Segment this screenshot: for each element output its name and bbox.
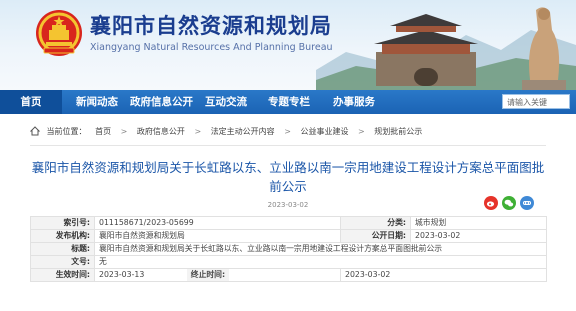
site-title: 襄阳市自然资源和规划局 [90,14,332,38]
breadcrumb-separator: > [120,127,128,136]
breadcrumb-gov-info[interactable]: 政府信息公开 [137,126,185,137]
national-emblem-icon [36,10,82,56]
pubdate-label: 公开日期: [340,229,411,243]
effective-value: 2023-03-13 [99,270,145,279]
nav-item-interaction[interactable]: 互动交流 [205,90,247,114]
docno-label: 文号: [30,255,95,269]
breadcrumb-separator: > [358,127,365,136]
nav-item-services[interactable]: 办事服务 [333,90,375,114]
main-nav: 首页 新闻动态 政府信息公开 互动交流 专题专栏 办事服务 请输入关键 [0,90,576,114]
index-label: 索引号: [30,216,95,230]
category-value: 城市规划 [410,216,547,230]
home-icon [30,126,40,136]
wechat-icon[interactable] [502,196,516,210]
divider [30,145,546,146]
publisher-value: 襄阳市自然资源和规划局 [94,229,341,243]
expire-label: 终止时间: [186,269,230,281]
table-row: 文号: 无 [30,255,547,269]
breadcrumb-home[interactable]: 首页 [95,126,111,137]
site-header: 襄阳市自然资源和规划局 Xiangyang Natural Resources … [0,0,576,90]
subject-value: 襄阳市自然资源和规划局关于长虹路以东、立业路以南一宗用地建设工程设计方案总平面图… [94,242,547,256]
expire-value: 2023-03-02 [340,268,547,282]
nav-item-topics[interactable]: 专题专栏 [268,90,310,114]
table-row: 生效时间: 2023-03-13 终止时间: 2023-03-02 [30,268,547,282]
header-scenery-image [316,7,576,90]
article-title: 襄阳市自然资源和规划局关于长虹路以东、立业路以南一宗用地建设工程设计方案总平面图… [31,160,545,194]
index-value: 011158671/2023-05699 [94,216,341,230]
category-label: 分类: [340,216,411,230]
table-row: 索引号: 011158671/2023-05699 分类: 城市规划 [30,216,547,230]
breadcrumb-planning-notice[interactable]: 规划批前公示 [374,126,422,137]
subject-label: 标题: [30,242,95,256]
publisher-label: 发布机构: [30,229,95,243]
pubdate-value: 2023-03-02 [410,229,547,243]
breadcrumb-statutory[interactable]: 法定主动公开内容 [211,126,275,137]
document-info-table: 索引号: 011158671/2023-05699 分类: 城市规划 发布机构:… [30,216,547,282]
search-input[interactable]: 请输入关键 [502,94,570,109]
link-icon[interactable] [520,196,534,210]
table-row: 发布机构: 襄阳市自然资源和规划局 公开日期: 2023-03-02 [30,229,547,243]
effective-label: 生效时间: [30,268,95,282]
breadcrumb-prefix: 当前位置： [46,127,87,136]
nav-item-gov-info[interactable]: 政府信息公开 [130,90,193,114]
breadcrumb-separator: > [194,127,202,136]
weibo-icon[interactable] [484,196,498,210]
breadcrumb: 当前位置： 首页 > 政府信息公开 > 法定主动公开内容 > 公益事业建设 > … [30,126,422,140]
nav-item-home[interactable]: 首页 [0,90,62,114]
site-subtitle: Xiangyang Natural Resources And Planning… [90,42,333,53]
effective-cell: 2023-03-13 终止时间: [94,268,341,282]
breadcrumb-separator: > [284,127,291,136]
table-row: 标题: 襄阳市自然资源和规划局关于长虹路以东、立业路以南一宗用地建设工程设计方案… [30,242,547,256]
breadcrumb-public-welfare[interactable]: 公益事业建设 [300,126,348,137]
docno-value: 无 [94,255,547,269]
nav-item-news[interactable]: 新闻动态 [76,90,118,114]
